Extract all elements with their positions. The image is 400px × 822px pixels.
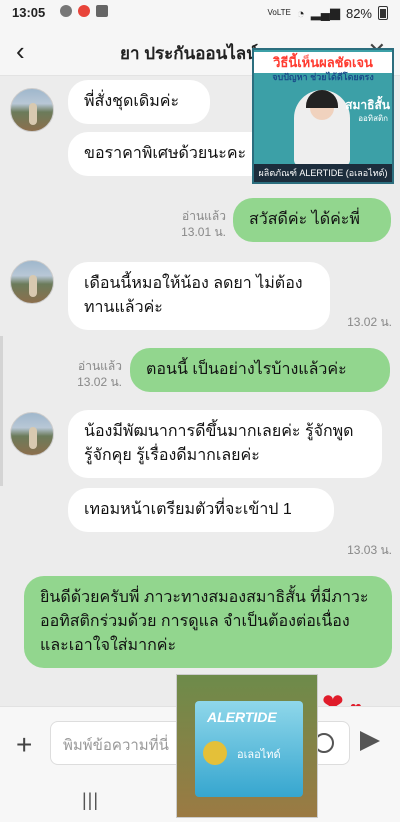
ad-footer: ผลิตภัณฑ์ ALERTIDE (อเลอไทด์) — [254, 164, 392, 182]
advertisement-banner[interactable]: วิธีนี้เห็นผลชัดเจน จบปัญหา ช่วยได้ดีโดย… — [252, 48, 394, 184]
check-notification-icon — [96, 5, 108, 17]
advertisement-product-image[interactable]: ALERTIDE อเลอไทด์ — [176, 674, 318, 818]
status-right: VoLTE ◔ ▂▄▆ 82% — [267, 5, 388, 21]
notification-icons — [60, 5, 108, 17]
app-notification-icon — [78, 5, 90, 17]
ad-brand: ALERTIDE — [207, 709, 277, 725]
message-bubble[interactable]: สวัสดีค่ะ ได้ค่ะพี่ — [233, 198, 391, 242]
message-bubble[interactable]: ตอนนี้ เป็นอย่างไรบ้างแล้วค่ะ — [130, 348, 390, 392]
send-icon[interactable] — [360, 731, 380, 751]
scroll-edge — [0, 336, 3, 486]
avatar[interactable] — [10, 412, 54, 456]
message-bubble[interactable]: เทอมหน้าเตรียมตัวที่จะเข้าป 1 — [68, 488, 334, 532]
avatar[interactable] — [10, 88, 54, 132]
ad-person-image — [294, 90, 350, 166]
status-time: 13:05 — [12, 5, 46, 20]
message-time: 13.03 น. — [347, 543, 392, 557]
message-time: 13.02 น. — [347, 315, 392, 329]
ad-subline: จบปัญหา ช่วยได้ดีโดยตรง — [272, 72, 374, 82]
avatar[interactable] — [10, 260, 54, 304]
back-arrow-icon[interactable]: ‹ — [16, 36, 25, 67]
battery-percent: 82% — [345, 5, 372, 21]
add-icon[interactable]: + — [16, 729, 32, 761]
message-bubble[interactable]: น้องมีพัฒนาการดีขึ้นมากเลยค่ะ รู้จักพูดร… — [68, 410, 382, 478]
message-bubble[interactable]: เดือนนี้หมอให้น้อง ลดยา ไม่ต้องทานแล้วค่… — [68, 262, 330, 330]
recent-apps-icon[interactable]: ||| — [82, 790, 99, 811]
chat-title: ยา ประกันออนไลน์ — [120, 44, 258, 63]
network-label: VoLTE — [267, 8, 291, 17]
product-pill-icon — [203, 741, 227, 765]
battery-icon — [378, 6, 388, 20]
message-read-status: อ่านแล้ว 13.02 น. — [58, 358, 122, 390]
message-time: 13.01 น. — [181, 225, 226, 239]
status-bar: 13:05 VoLTE ◔ ▂▄▆ 82% — [0, 0, 400, 26]
message-bubble[interactable]: พี่สั่งชุดเดิมค่ะ — [68, 80, 210, 124]
signal-icon: ▂▄▆ — [310, 5, 340, 20]
message-time: 13.02 น. — [77, 375, 122, 389]
line-notification-icon — [60, 5, 72, 17]
message-read-status: อ่านแล้ว 13.01 น. — [160, 208, 226, 240]
ad-brand-thai: อเลอไทด์ — [237, 749, 281, 761]
read-label: อ่านแล้ว — [78, 359, 122, 373]
message-bubble[interactable]: ยินดีด้วยครับพี่ ภาวะทางสมองสมาธิสั้น ที… — [24, 576, 392, 668]
read-label: อ่านแล้ว — [182, 209, 226, 223]
ad-tag: ออทิสติก — [358, 114, 388, 123]
wifi-icon: ◔ — [296, 5, 305, 21]
